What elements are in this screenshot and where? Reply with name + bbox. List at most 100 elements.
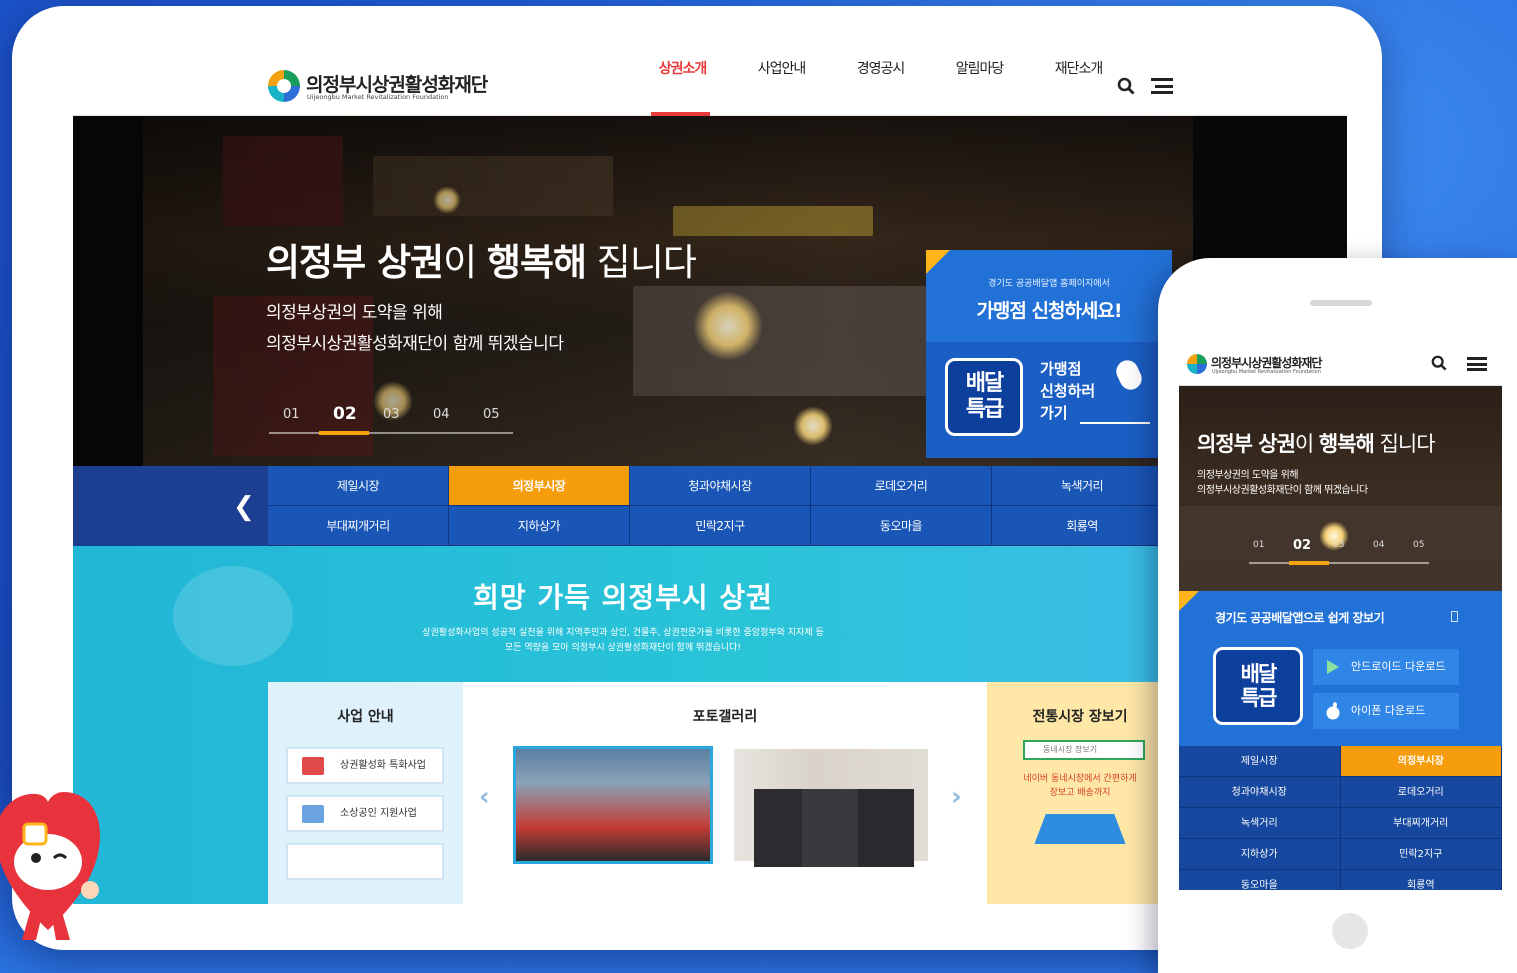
market-tab[interactable]: 동오마을	[1179, 870, 1341, 890]
pager-item[interactable]: 04	[433, 407, 483, 424]
delivery-promo[interactable]: 경기도 공공배달앱 홈페이지에서 가맹점 신청하세요! 배달 특급 가맹점 신청하러…	[926, 250, 1172, 458]
section-desc: 상권활성화사업의 성공적 실천을 위해 지역주민과 상인, 건물주, 상권전문가…	[422, 628, 824, 653]
shop-icon	[302, 757, 324, 775]
phone-speaker	[1310, 300, 1372, 306]
mobile-market-grid: 제일시장 의정부시장 청과야채시장 로데오거리 녹색거리 부대찌개거리 지하상가…	[1179, 746, 1502, 890]
mobile-hero-subtitle: 의정부상권의 도약을 위해 의정부시상권활성화재단이 함께 뛰겠습니다	[1197, 470, 1368, 496]
market-tab[interactable]: 청과야채시장	[630, 466, 811, 506]
promo-box: 배달 특급 가맹점 신청하러 가기	[926, 342, 1172, 458]
biz-item-more[interactable]	[286, 843, 444, 880]
market-tab[interactable]: 녹색거리	[992, 466, 1173, 506]
search-icon[interactable]	[1117, 77, 1135, 95]
nav-item-foundation[interactable]: 재단소개	[1029, 58, 1128, 116]
pager-item[interactable]: 05	[483, 407, 533, 424]
mascot-character	[0, 792, 100, 940]
market-tab[interactable]: 부대찌개거리	[268, 506, 449, 546]
mouse-icon	[1112, 356, 1146, 394]
section-title: 희망 가득 의정부시 상권	[473, 581, 773, 614]
gallery-panel: 포토갤러리 ‹ ›	[463, 682, 987, 904]
gallery-photo-ceremony[interactable]	[731, 746, 931, 867]
nav-item-notice[interactable]: 알림마당	[930, 58, 1029, 116]
chevron-right-icon[interactable]: ›	[951, 782, 962, 812]
close-icon[interactable]	[1451, 611, 1458, 622]
android-download-button[interactable]: 안드로이드 다운로드	[1313, 649, 1459, 685]
market-tab[interactable]: 회룡역	[992, 506, 1173, 546]
site-header: 의정부시상권활성화재단 Uijeongbu Market Revitalizat…	[73, 58, 1347, 116]
hero-pager: 01 02 03 04 05	[283, 404, 533, 424]
nav-item-business[interactable]: 사업안내	[732, 58, 831, 116]
pager-progress	[269, 431, 513, 435]
logo-icon[interactable]	[268, 70, 300, 102]
menu-icon[interactable]	[1151, 78, 1173, 94]
market-tent-illustration	[1034, 814, 1126, 844]
shop-text: 네이버 동네시장에서 간편하게 장보고 배송까지	[1023, 774, 1137, 798]
market-tab[interactable]: 로데오거리	[811, 466, 992, 506]
apple-icon	[1326, 702, 1340, 720]
pager-item-active[interactable]: 02	[1293, 538, 1333, 553]
market-tab[interactable]: 민락2지구	[1340, 839, 1502, 870]
people-icon	[302, 805, 324, 823]
hope-section: 희망 가득 의정부시 상권 상권활성화사업의 성공적 실천을 위해 지역주민과 …	[73, 546, 1173, 904]
baedal-logo: 배달 특급	[945, 358, 1023, 436]
pager-item[interactable]: 01	[283, 407, 333, 424]
ios-download-button[interactable]: 아이폰 다운로드	[1313, 693, 1459, 729]
mobile-delivery-promo: 경기도 공공배달앱으로 쉽게 장보기 배달 특급 안드로이드 다운로드 아이폰 다…	[1179, 591, 1502, 746]
market-tab[interactable]: 지하상가	[449, 506, 630, 546]
market-tab[interactable]: 제일시장	[268, 466, 449, 506]
phone-frame: 의정부시상권활성화재단 Uijeongbu Market Revitalizat…	[1158, 258, 1517, 973]
menu-icon[interactable]	[1467, 357, 1487, 371]
market-tab[interactable]: 동오마을	[811, 506, 992, 546]
logo-subtext: Uijeongbu Market Revitalization Foundati…	[1212, 369, 1321, 375]
biz-panel: 사업 안내 상권활성화 특화사업 소상공인 지원사업	[268, 682, 463, 904]
baedal-logo: 배달 특급	[1213, 647, 1303, 725]
market-tab[interactable]: 청과야채시장	[1179, 777, 1341, 808]
pager-progress	[1249, 561, 1429, 565]
logo-icon[interactable]	[1187, 354, 1207, 374]
shop-panel: 전통시장 장보기 동네시장 장보기 네이버 동네시장에서 간편하게 장보고 배송까…	[987, 682, 1173, 904]
play-store-icon	[1327, 660, 1339, 674]
market-tab-active[interactable]: 의정부시장	[1340, 746, 1502, 777]
pager-item[interactable]: 05	[1413, 540, 1453, 553]
biz-item-special[interactable]: 상권활성화 특화사업	[286, 747, 444, 784]
market-tab[interactable]: 제일시장	[1179, 746, 1341, 777]
pager-item[interactable]: 03	[1333, 540, 1373, 553]
main-nav: 상권소개 사업안내 경영공시 알림마당 재단소개	[633, 58, 1128, 116]
pager-item[interactable]: 04	[1373, 540, 1413, 553]
hero-banner: 의정부 상권이 행복해 집니다 의정부상권의 도약을 위해 의정부시상권활성화재단…	[73, 116, 1347, 466]
hero-title: 의정부 상권이 행복해 집니다	[266, 241, 697, 284]
mobile-header: 의정부시상권활성화재단 Uijeongbu Market Revitalizat…	[1179, 344, 1502, 386]
phone-screen: 의정부시상권활성화재단 Uijeongbu Market Revitalizat…	[1179, 344, 1502, 890]
market-grid: 제일시장 의정부시장 청과야채시장 로데오거리 녹색거리 부대찌개거리 지하상가…	[268, 466, 1173, 546]
nav-item-area[interactable]: 상권소개	[633, 58, 732, 116]
mobile-pager: 01 02 03 04 05	[1253, 538, 1453, 553]
biz-item-support[interactable]: 소상공인 지원사업	[286, 795, 444, 832]
market-tab-active[interactable]: 의정부시장	[449, 466, 630, 506]
pager-item[interactable]: 03	[383, 407, 433, 424]
shop-search-input[interactable]: 동네시장 장보기	[1023, 740, 1145, 760]
chevron-left-icon[interactable]: ❮	[233, 492, 255, 522]
promo-link[interactable]: 가맹점 신청하러 가기	[1040, 358, 1095, 424]
tablet-screen: 의정부시상권활성화재단 Uijeongbu Market Revitalizat…	[73, 58, 1347, 904]
chevron-left-icon[interactable]: ‹	[479, 782, 490, 812]
promo-headline: 가맹점 신청하세요!	[976, 300, 1122, 322]
market-tab[interactable]: 부대찌개거리	[1340, 808, 1502, 839]
logo-subtext: Uijeongbu Market Revitalization Foundati…	[307, 93, 449, 101]
market-tabs: ❮ 제일시장 의정부시장 청과야채시장 로데오거리 녹색거리 부대찌개거리 지하…	[73, 466, 1347, 546]
market-tab[interactable]: 녹색거리	[1179, 808, 1341, 839]
nav-item-disclosure[interactable]: 경영공시	[831, 58, 930, 116]
mobile-hero: 의정부 상권이 행복해 집니다 의정부상권의 도약을 위해 의정부시상권활성화재단…	[1179, 386, 1502, 591]
promo-caption: 경기도 공공배달앱 홈페이지에서	[988, 279, 1110, 289]
search-icon[interactable]	[1431, 355, 1447, 371]
market-tab[interactable]: 회룡역	[1340, 870, 1502, 890]
market-tab[interactable]: 지하상가	[1179, 839, 1341, 870]
market-tab[interactable]: 로데오거리	[1340, 777, 1502, 808]
market-tab[interactable]: 민락2지구	[630, 506, 811, 546]
biz-title: 사업 안내	[337, 709, 394, 725]
gallery-title: 포토갤러리	[692, 709, 758, 725]
arrow-icon	[1080, 422, 1150, 424]
gallery-photo-market[interactable]	[513, 746, 713, 864]
pager-item[interactable]: 01	[1253, 540, 1293, 553]
pager-item-active[interactable]: 02	[333, 404, 383, 424]
hero-subtitle: 의정부상권의 도약을 위해 의정부시상권활성화재단이 함께 뛰겠습니다	[266, 303, 564, 354]
mobile-hero-title: 의정부 상권이 행복해 집니다	[1197, 432, 1436, 456]
